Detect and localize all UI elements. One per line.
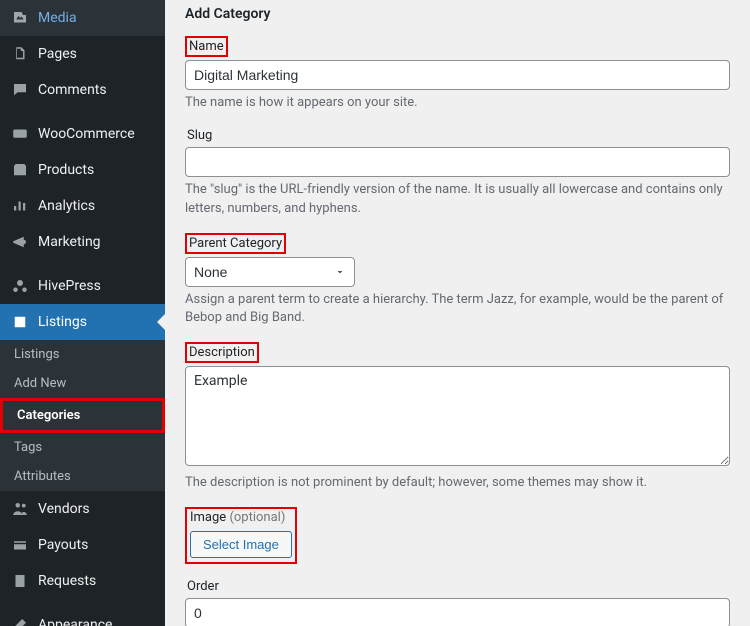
sidebar-item-payouts[interactable]: Payouts [0, 527, 165, 563]
sidebar-item-hivepress[interactable]: HivePress [0, 268, 165, 304]
pages-icon [10, 44, 30, 64]
payouts-icon [10, 535, 30, 555]
label-slug: Slug [185, 127, 214, 144]
sidebar-item-label: WooCommerce [38, 126, 135, 142]
sidebar-item-marketing[interactable]: Marketing [0, 224, 165, 260]
submenu-item-add-new[interactable]: Add New [0, 369, 165, 398]
field-image: Image (optional) Select Image [185, 507, 730, 564]
sidebar-item-analytics[interactable]: Analytics [0, 188, 165, 224]
sidebar-item-appearance[interactable]: Appearance [0, 607, 165, 626]
listings-submenu: Listings Add New Categories Tags Attribu… [0, 340, 165, 491]
submenu-item-listings[interactable]: Listings [0, 340, 165, 369]
select-image-button[interactable]: Select Image [190, 531, 292, 558]
sidebar-item-products[interactable]: Products [0, 152, 165, 188]
sidebar-item-vendors[interactable]: Vendors [0, 491, 165, 527]
sidebar-item-media[interactable]: Media [0, 0, 165, 36]
appearance-icon [10, 615, 30, 626]
sidebar-item-label: Requests [38, 573, 96, 589]
admin-sidebar: Media Pages Comments WooCommerce Product… [0, 0, 165, 626]
sidebar-item-woocommerce[interactable]: WooCommerce [0, 116, 165, 152]
vendors-icon [10, 499, 30, 519]
sidebar-item-comments[interactable]: Comments [0, 72, 165, 108]
marketing-icon [10, 232, 30, 252]
label-description: Description [185, 342, 259, 363]
name-input[interactable] [185, 60, 730, 90]
content-area: Add Category Name The name is how it app… [165, 0, 750, 626]
description-textarea[interactable] [185, 366, 730, 466]
sidebar-item-pages[interactable]: Pages [0, 36, 165, 72]
sidebar-item-label: Appearance [38, 617, 112, 626]
sidebar-item-label: HivePress [38, 278, 101, 294]
woo-icon [10, 124, 30, 144]
sidebar-item-requests[interactable]: Requests [0, 563, 165, 599]
analytics-icon [10, 196, 30, 216]
submenu-item-categories[interactable]: Categories [0, 398, 165, 433]
hivepress-icon [10, 276, 30, 296]
media-icon [10, 8, 30, 28]
sidebar-item-label: Marketing [38, 234, 101, 250]
sidebar-item-label: Analytics [38, 198, 95, 214]
label-image: Image (optional) [190, 510, 285, 525]
sidebar-item-label: Media [38, 10, 77, 26]
sidebar-item-listings[interactable]: Listings [0, 304, 165, 340]
sidebar-item-label: Vendors [38, 501, 90, 517]
sidebar-item-label: Products [38, 162, 94, 178]
field-description: Description The description is not promi… [185, 342, 730, 493]
field-order: Order [185, 578, 730, 626]
label-parent: Parent Category [185, 233, 286, 254]
requests-icon [10, 571, 30, 591]
help-slug: The "slug" is the URL-friendly version o… [185, 181, 730, 219]
field-parent: Parent Category None Assign a parent ter… [185, 233, 730, 329]
label-name: Name [185, 36, 228, 57]
sidebar-item-label: Listings [38, 314, 87, 330]
help-parent: Assign a parent term to create a hierarc… [185, 291, 730, 329]
comments-icon [10, 80, 30, 100]
help-description: The description is not prominent by defa… [185, 474, 730, 493]
listings-icon [10, 312, 30, 332]
sidebar-item-label: Payouts [38, 537, 88, 553]
submenu-item-tags[interactable]: Tags [0, 433, 165, 462]
products-icon [10, 160, 30, 180]
page-title: Add Category [185, 6, 730, 22]
slug-input[interactable] [185, 147, 730, 177]
field-name: Name The name is how it appears on your … [185, 36, 730, 113]
help-name: The name is how it appears on your site. [185, 94, 730, 113]
field-slug: Slug The "slug" is the URL-friendly vers… [185, 127, 730, 219]
order-input[interactable] [185, 598, 730, 626]
submenu-item-attributes[interactable]: Attributes [0, 462, 165, 491]
label-order: Order [185, 578, 221, 595]
sidebar-item-label: Pages [38, 46, 77, 62]
parent-select[interactable]: None [185, 257, 355, 287]
sidebar-item-label: Comments [38, 82, 107, 98]
